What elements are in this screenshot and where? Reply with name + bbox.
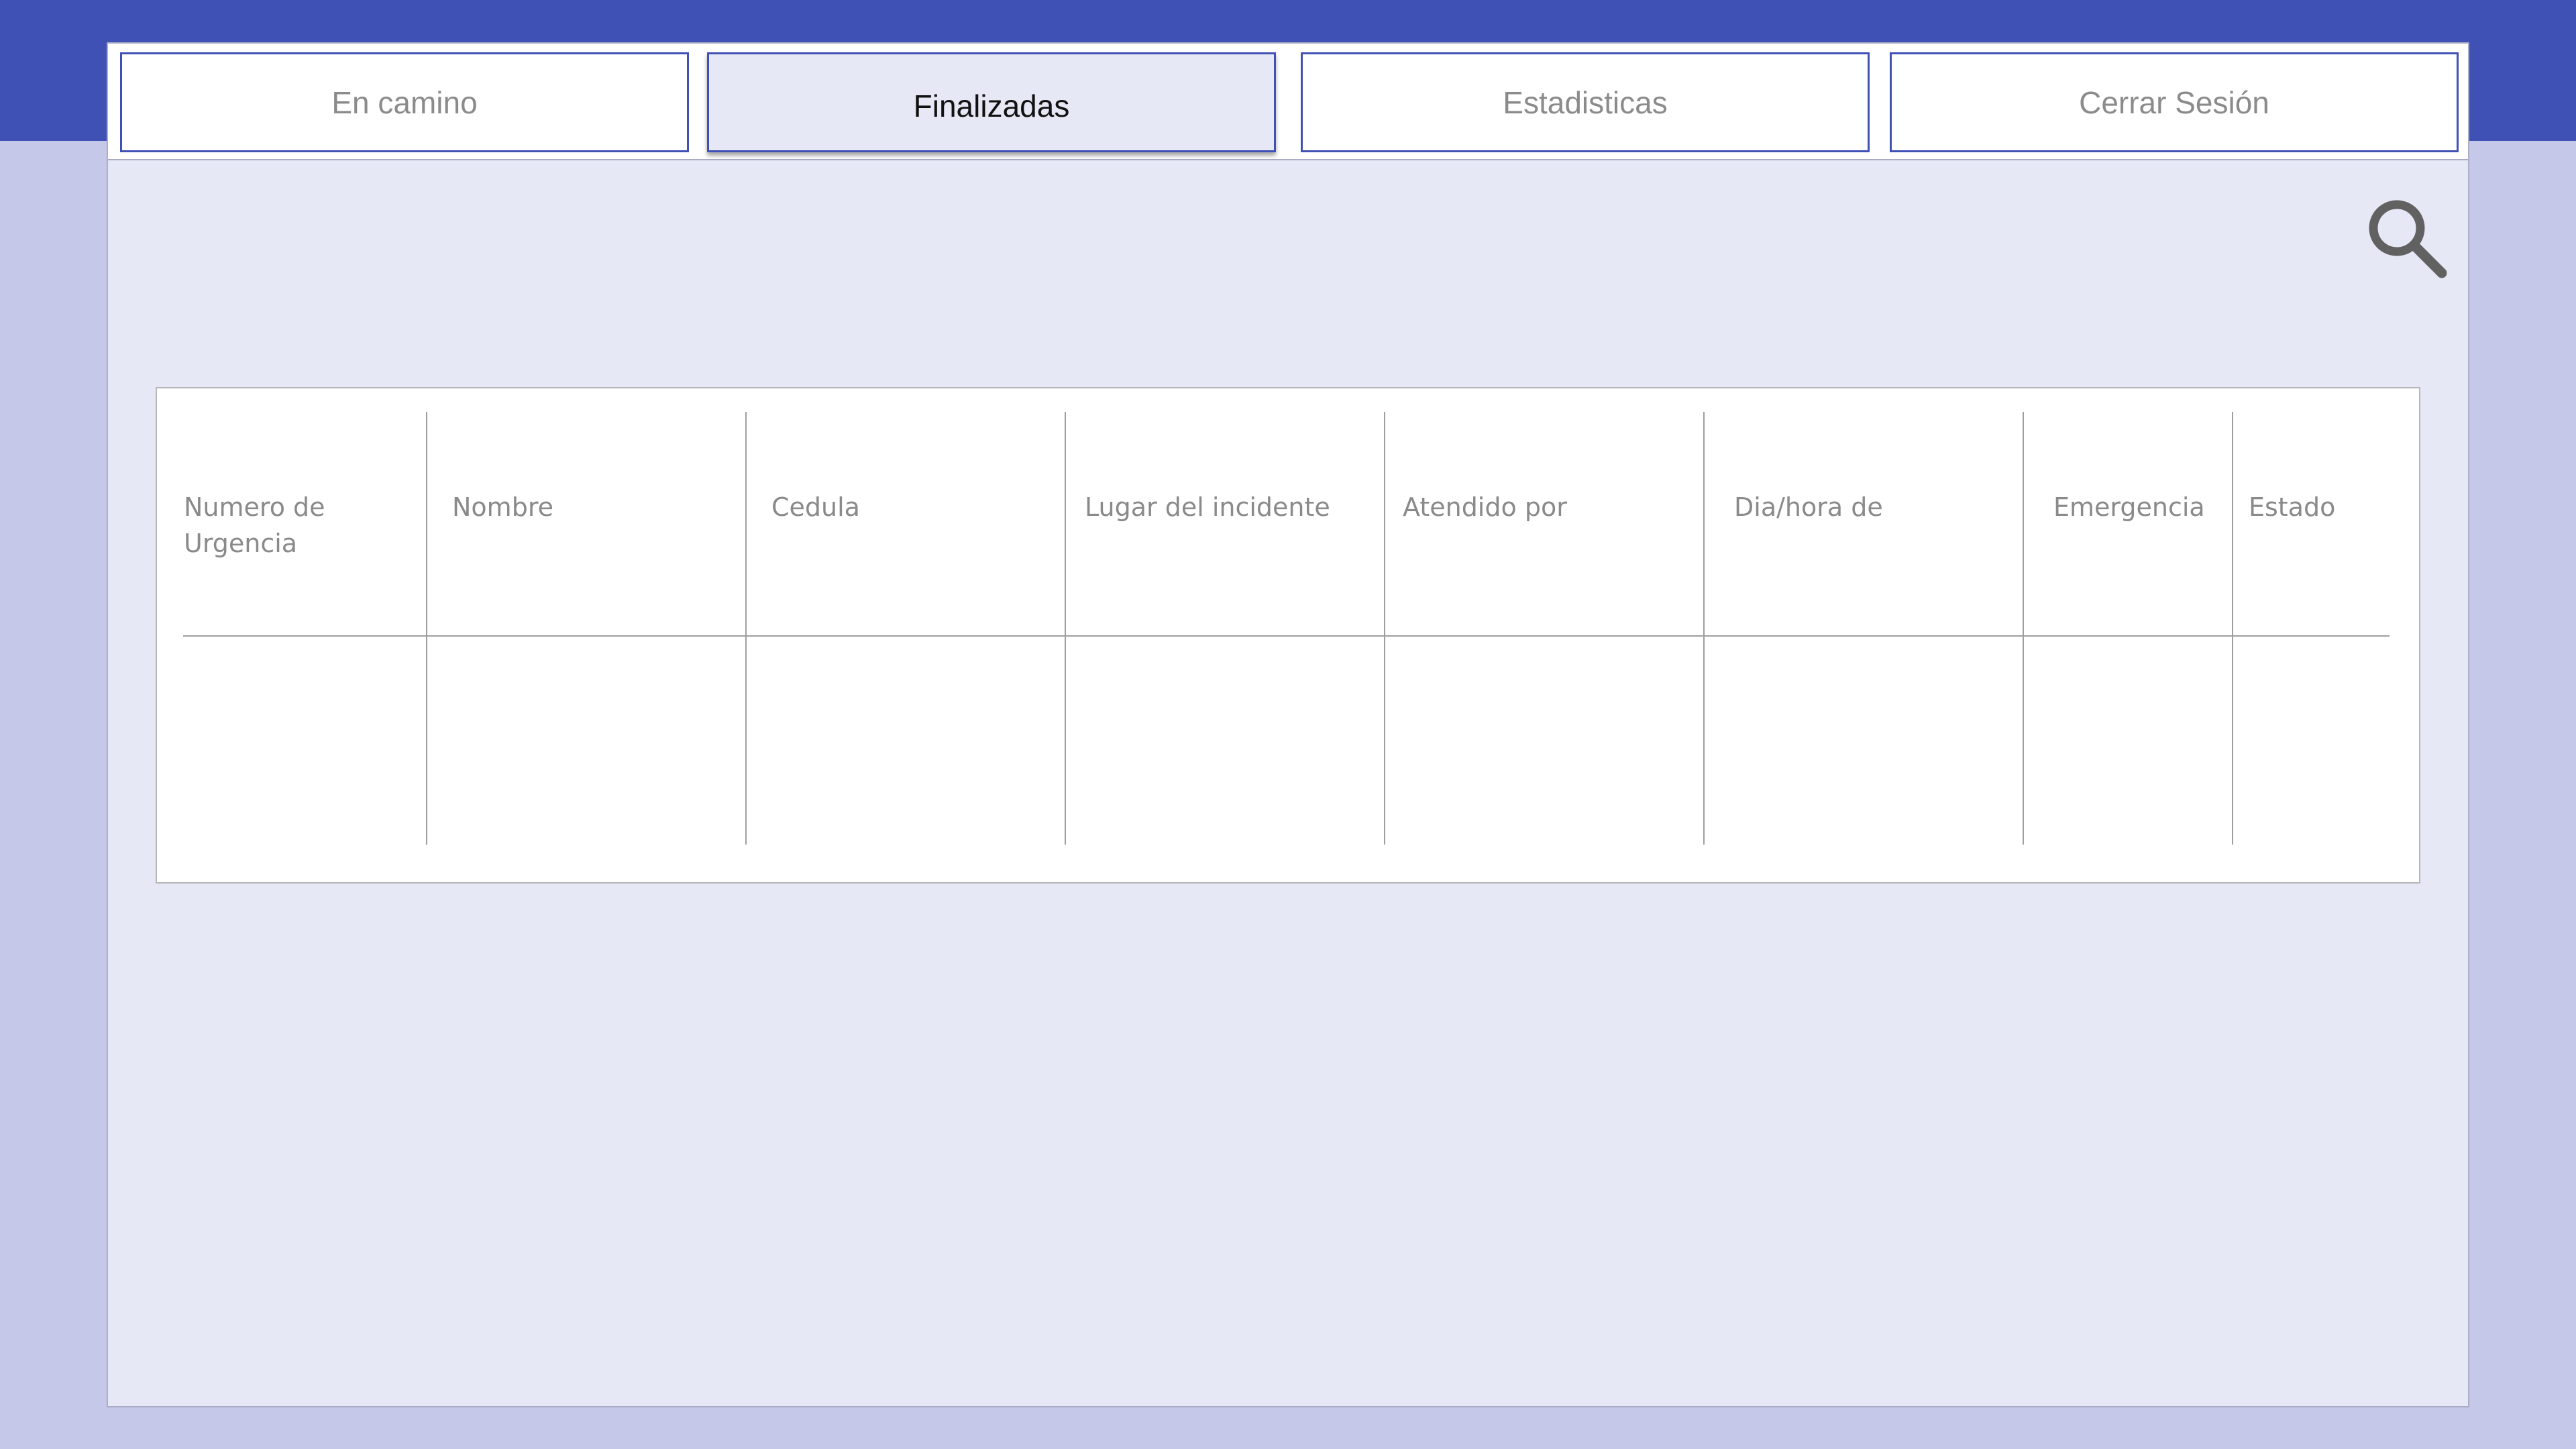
tab-cerrar-sesion[interactable]: Cerrar Sesión bbox=[1890, 52, 2459, 152]
column-divider bbox=[2023, 412, 2024, 845]
column-divider bbox=[2232, 412, 2233, 845]
column-divider bbox=[1065, 412, 1066, 845]
column-header-lugar-incidente: Lugar del incidente bbox=[1085, 492, 1330, 522]
tab-finalizadas[interactable]: Finalizadas bbox=[707, 52, 1276, 152]
search-icon[interactable] bbox=[2363, 195, 2451, 282]
column-divider bbox=[1703, 412, 1705, 845]
column-header-atendido-por: Atendido por bbox=[1403, 492, 1567, 522]
main-window: En camino Finalizadas Estadisticas Cerra… bbox=[107, 42, 2469, 1407]
tab-en-camino[interactable]: En camino bbox=[120, 52, 689, 152]
nav-bar: En camino Finalizadas Estadisticas Cerra… bbox=[108, 44, 2468, 160]
column-divider bbox=[426, 412, 427, 845]
urgencias-table: Numero de Urgencia Nombre Cedula Lugar d… bbox=[156, 387, 2420, 883]
column-header-cedula: Cedula bbox=[771, 492, 860, 522]
header-divider bbox=[183, 635, 2390, 637]
column-header-nombre: Nombre bbox=[452, 492, 553, 522]
column-header-emergencia: Emergencia bbox=[2053, 492, 2205, 522]
column-header-estado: Estado bbox=[2249, 492, 2336, 522]
tab-estadisticas[interactable]: Estadisticas bbox=[1301, 52, 1870, 152]
column-header-numero-urgencia: Numero de Urgencia bbox=[184, 492, 325, 558]
column-header-dia-hora: Dia/hora de bbox=[1734, 492, 1883, 522]
column-divider bbox=[745, 412, 747, 845]
column-divider bbox=[1384, 412, 1385, 845]
